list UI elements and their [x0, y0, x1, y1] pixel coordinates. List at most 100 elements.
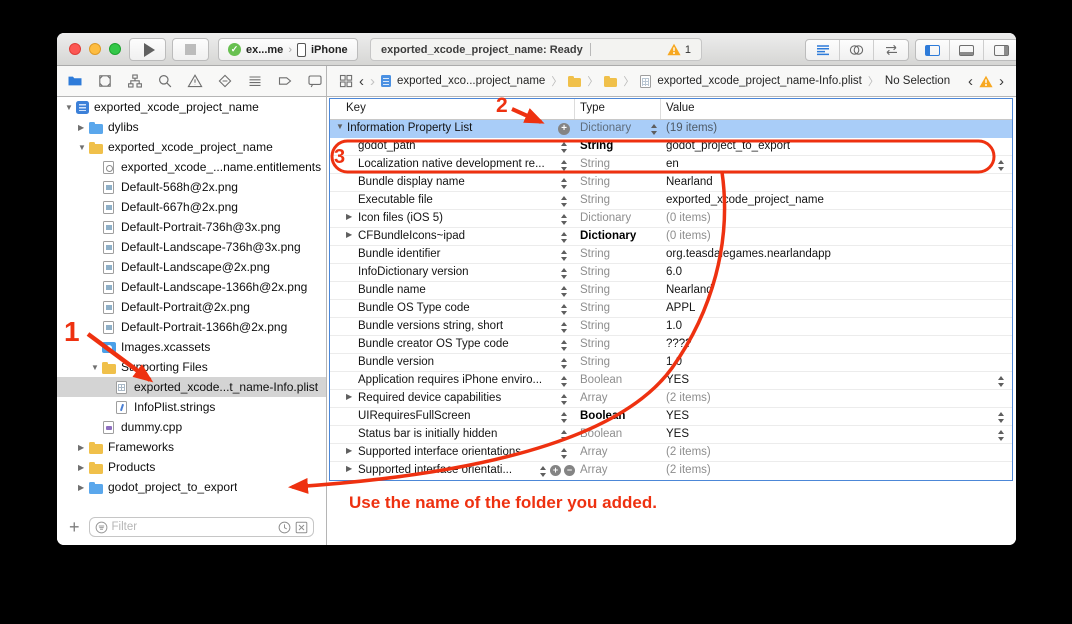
tab-hierarchy-navigator[interactable] [126, 73, 143, 90]
file-row[interactable]: Images.xcassets [57, 337, 326, 357]
minimize-window-button[interactable] [89, 43, 101, 55]
key-stepper[interactable] [559, 285, 568, 298]
key-stepper[interactable] [559, 429, 568, 442]
file-row[interactable]: dummy.cpp [57, 417, 326, 437]
key-stepper[interactable] [559, 411, 568, 424]
key-stepper[interactable] [559, 393, 568, 406]
plist-row[interactable]: Information Property List + + − Dictiona… [330, 120, 1012, 138]
filter-field[interactable] [89, 517, 314, 537]
breadcrumb-project[interactable]: exported_xco...project_name [397, 75, 545, 87]
type-stepper[interactable] [649, 123, 658, 136]
plist-row[interactable]: Application requires iPhone enviro... + … [330, 372, 1012, 390]
breadcrumb-folder-icon[interactable] [604, 76, 617, 87]
plist-row[interactable]: Bundle identifier + + − String org.teasd… [330, 246, 1012, 264]
file-row[interactable]: InfoPlist.strings [57, 397, 326, 417]
plist-row[interactable]: Bundle OS Type code + + − String APPL [330, 300, 1012, 318]
add-row-button[interactable]: + [558, 123, 570, 135]
key-stepper[interactable] [559, 231, 568, 244]
file-row[interactable]: Supporting Files [57, 357, 326, 377]
add-file-button[interactable]: + [69, 518, 80, 536]
disclosure-triangle[interactable] [78, 123, 89, 132]
plist-row[interactable]: Status bar is initially hidden + + − Boo… [330, 426, 1012, 444]
tab-report-navigator[interactable] [306, 73, 323, 90]
plist-row[interactable]: Bundle creator OS Type code + + − String… [330, 336, 1012, 354]
key-stepper[interactable] [559, 213, 568, 226]
disclosure-triangle[interactable] [78, 483, 89, 492]
key-stepper[interactable] [559, 267, 568, 280]
file-row[interactable]: Default-568h@2x.png [57, 177, 326, 197]
tab-debug-navigator[interactable] [246, 73, 263, 90]
plist-row[interactable]: godot_path + + − String godot_project_to… [330, 138, 1012, 156]
disclosure-triangle[interactable] [65, 103, 76, 112]
tab-find-navigator[interactable] [156, 73, 173, 90]
file-row[interactable]: Products [57, 457, 326, 477]
plist-row[interactable]: UIRequiresFullScreen + + − Boolean YES [330, 408, 1012, 426]
file-row[interactable]: exported_xcode_project_name [57, 137, 326, 157]
plist-row[interactable]: Bundle version + + − String 1.0 [330, 354, 1012, 372]
disclosure-triangle[interactable] [78, 463, 89, 472]
remove-row-button[interactable]: − [564, 465, 575, 476]
file-row[interactable]: Default-Landscape-736h@3x.png [57, 237, 326, 257]
file-row[interactable]: Frameworks [57, 437, 326, 457]
key-stepper[interactable] [559, 159, 568, 172]
inspectors-toggle-button[interactable] [984, 40, 1016, 60]
filter-input[interactable] [112, 521, 274, 533]
value-stepper[interactable] [996, 159, 1005, 172]
value-stepper[interactable] [996, 429, 1005, 442]
plist-row[interactable]: Localization native development re... + … [330, 156, 1012, 174]
key-stepper[interactable] [559, 141, 568, 154]
disclosure-triangle[interactable] [346, 464, 356, 473]
tab-breakpoint-navigator[interactable] [276, 73, 293, 90]
assistant-editor-button[interactable] [840, 40, 874, 60]
debug-area-toggle-button[interactable] [950, 40, 984, 60]
file-row[interactable]: exported_xcode_project_name [57, 97, 326, 117]
plist-row[interactable]: Supported interface orientations + + − A… [330, 444, 1012, 462]
version-editor-button[interactable] [874, 40, 908, 60]
disclosure-triangle[interactable] [346, 230, 356, 239]
disclosure-triangle[interactable] [346, 392, 356, 401]
tab-symbol-navigator[interactable] [96, 73, 113, 90]
warning-badge[interactable]: 1 [667, 43, 691, 56]
breadcrumb-folder-icon[interactable] [568, 76, 581, 87]
plist-row[interactable]: Bundle versions string, short + + − Stri… [330, 318, 1012, 336]
disclosure-triangle[interactable] [346, 212, 356, 221]
file-row[interactable]: dylibs [57, 117, 326, 137]
plist-row[interactable]: Required device capabilities + + − Array… [330, 390, 1012, 408]
file-row[interactable]: Default-Portrait@2x.png [57, 297, 326, 317]
navigator-toggle-button[interactable] [916, 40, 950, 60]
previous-issue-button[interactable]: ‹ [968, 74, 973, 89]
plist-row[interactable]: Supported interface orientati... + + − A… [330, 462, 1012, 480]
key-stepper[interactable] [559, 339, 568, 352]
file-row[interactable]: Default-Portrait-1366h@2x.png [57, 317, 326, 337]
stop-button[interactable] [172, 38, 209, 61]
plist-row[interactable]: Icon files (iOS 5) + + − Dictionary (0 i… [330, 210, 1012, 228]
issue-warning-icon[interactable] [979, 75, 993, 88]
related-items-icon[interactable] [339, 74, 353, 88]
plist-row[interactable]: Executable file + + − String exported_xc… [330, 192, 1012, 210]
file-row[interactable]: Default-Landscape-1366h@2x.png [57, 277, 326, 297]
recent-files-clock-icon[interactable] [278, 521, 291, 534]
standard-editor-button[interactable] [806, 40, 840, 60]
file-row[interactable]: Default-Portrait-736h@3x.png [57, 217, 326, 237]
disclosure-triangle[interactable] [78, 143, 89, 152]
value-stepper[interactable] [996, 411, 1005, 424]
plist-row[interactable]: CFBundleIcons~ipad + + − Dictionary (0 i… [330, 228, 1012, 246]
key-stepper[interactable] [559, 375, 568, 388]
plist-row[interactable]: InfoDictionary version + + − String 6.0 [330, 264, 1012, 282]
value-stepper[interactable] [996, 375, 1005, 388]
tab-test-navigator[interactable] [216, 73, 233, 90]
key-stepper[interactable] [559, 195, 568, 208]
file-row[interactable]: exported_xcode...t_name-Info.plist [57, 377, 326, 397]
disclosure-triangle[interactable] [91, 363, 102, 372]
plist-row[interactable]: Bundle display name + + − String Nearlan… [330, 174, 1012, 192]
plist-row[interactable]: Bundle name + + − String Nearland [330, 282, 1012, 300]
key-stepper[interactable] [559, 177, 568, 190]
run-button[interactable] [129, 38, 166, 61]
breadcrumb-selection[interactable]: No Selection [885, 75, 950, 87]
file-row[interactable]: Default-Landscape@2x.png [57, 257, 326, 277]
next-issue-button[interactable]: › [999, 74, 1004, 89]
tab-project-navigator[interactable] [66, 73, 83, 90]
tab-issue-navigator[interactable] [186, 73, 203, 90]
key-stepper[interactable] [559, 321, 568, 334]
file-row[interactable]: godot_project_to_export [57, 477, 326, 497]
